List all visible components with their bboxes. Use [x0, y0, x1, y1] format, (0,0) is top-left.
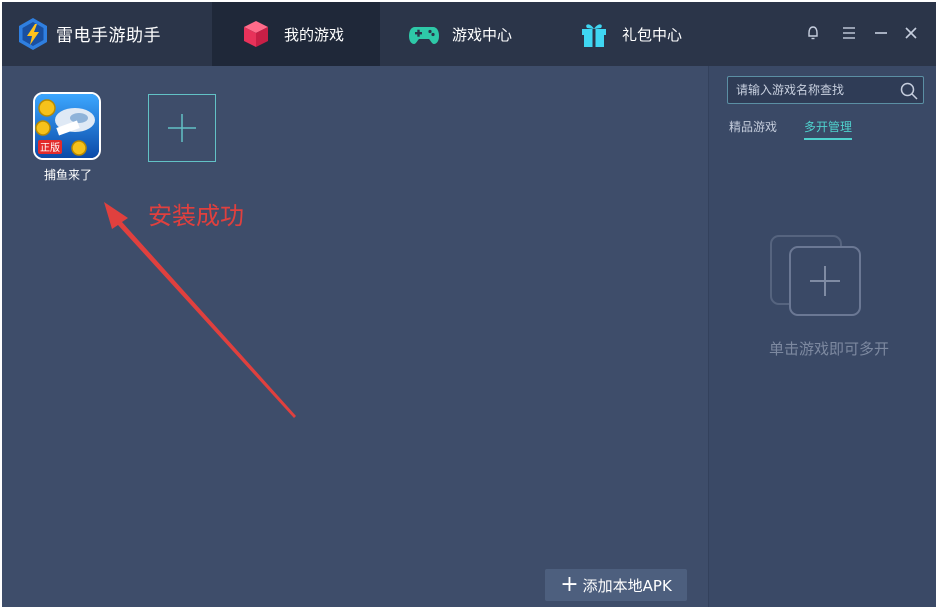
game-name: 捕鱼来了 [43, 168, 92, 182]
title-bar: 雷电手游助手 我的游戏 游戏中心 礼包中心 [2, 2, 936, 66]
tab-multi-open[interactable]: 多开管理 [804, 118, 853, 140]
fishing-game-icon[interactable]: 正版 [33, 92, 101, 160]
close-icon[interactable] [900, 22, 922, 44]
app-title: 雷电手游助手 [56, 26, 161, 46]
tab-label: 游戏中心 [452, 25, 513, 44]
tab-featured-games[interactable]: 精品游戏 [729, 118, 777, 138]
side-panel: 精品游戏 多开管理 单击游戏即可多开 [708, 66, 936, 607]
add-apk-label: 添加本地APK [582, 576, 672, 595]
cube-icon [244, 21, 268, 47]
bell-shape [808, 26, 818, 40]
app-window: 雷电手游助手 我的游戏 游戏中心 礼包中心 正版 捕鱼来了 安装成功 + 添加本… [2, 2, 936, 607]
tab-my-games[interactable]: 我的游戏 [212, 2, 380, 66]
search-box [727, 76, 924, 104]
my-games-panel: 正版 捕鱼来了 安装成功 + 添加本地APK [2, 66, 706, 607]
plus-icon [168, 114, 196, 142]
install-success-annotation: 安装成功 [148, 202, 244, 230]
multi-open-hint: 单击游戏即可多开 [768, 340, 889, 358]
minimize-icon[interactable] [870, 22, 892, 44]
add-game-button[interactable] [148, 94, 216, 162]
tab-game-center[interactable]: 游戏中心 [380, 2, 550, 66]
game-badge: 正版 [40, 141, 60, 154]
search-input[interactable] [728, 77, 898, 103]
game-card[interactable]: 正版 捕鱼来了 [32, 92, 108, 183]
tab-label: 礼包中心 [622, 25, 683, 44]
gift-icon [582, 24, 606, 47]
plus-icon: + [560, 572, 579, 597]
search-icon[interactable] [899, 81, 919, 101]
tab-label: 我的游戏 [284, 25, 345, 44]
add-local-apk-button[interactable]: + 添加本地APK [545, 569, 687, 601]
tab-gift-center[interactable]: 礼包中心 [550, 2, 720, 66]
close-cross [905, 27, 917, 39]
menu-lines [843, 27, 855, 39]
gamepad-icon [409, 27, 439, 44]
minimize-line [875, 32, 887, 34]
multi-open-icon [770, 235, 861, 316]
game-artwork: 正版 [35, 94, 99, 158]
skin-icon[interactable] [802, 22, 824, 44]
thunder-logo-icon [19, 18, 47, 50]
menu-icon[interactable] [838, 22, 860, 44]
